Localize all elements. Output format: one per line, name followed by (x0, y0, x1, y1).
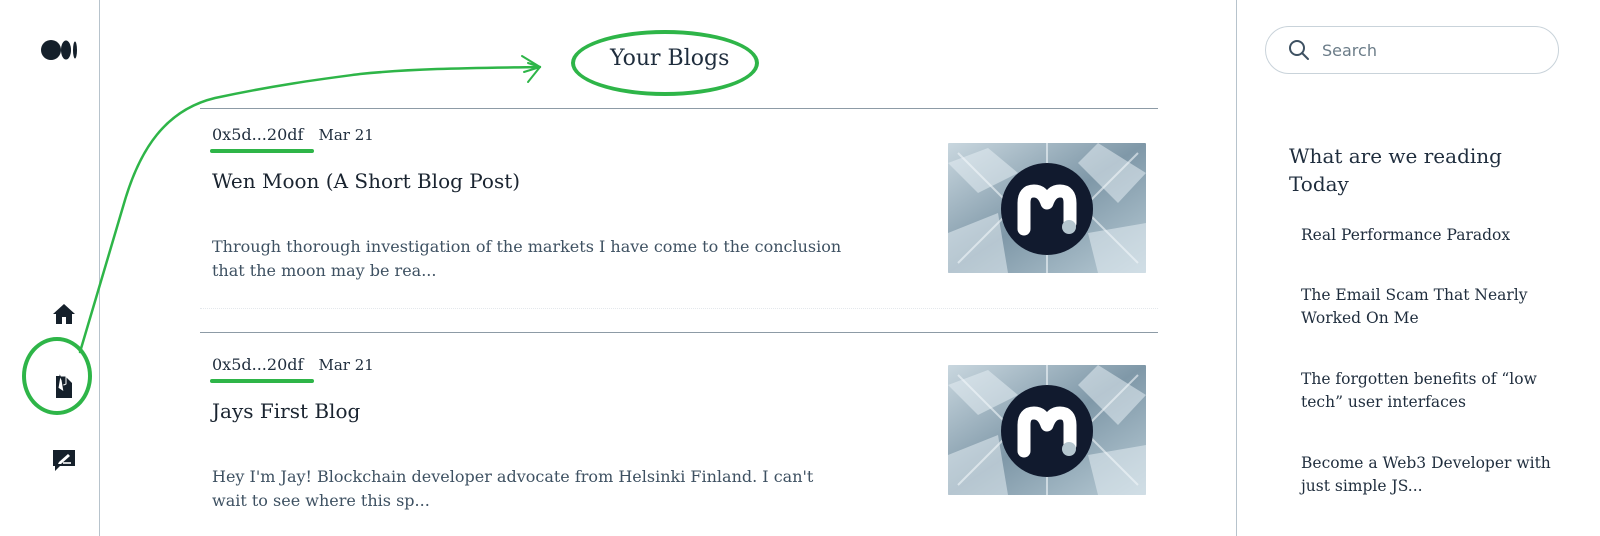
blog-meta: 0x5d...20df Mar 21 (212, 125, 374, 144)
divider (200, 332, 1158, 333)
nav-home-button[interactable] (44, 294, 84, 334)
post-date: Mar 21 (318, 126, 374, 144)
blog-title[interactable]: Jays First Blog (212, 399, 360, 423)
sidebar-link[interactable]: Real Performance Paradox (1301, 224, 1551, 247)
blog-meta: 0x5d...20df Mar 21 (212, 355, 374, 374)
sidebar-heading: What are we reading Today (1289, 144, 1502, 196)
write-icon (53, 450, 75, 471)
sidebar-link[interactable]: Become a Web3 Developer with just simple… (1301, 452, 1551, 498)
blog-title[interactable]: Wen Moon (A Short Blog Post) (212, 169, 520, 193)
post-date: Mar 21 (318, 356, 374, 374)
annotation-underline (210, 149, 314, 153)
moralis-logo-icon (948, 143, 1146, 273)
right-sidebar: What are we reading Today Real Performan… (1236, 0, 1600, 536)
nav-write-button[interactable] (44, 440, 84, 480)
sidebar-link[interactable]: The forgotten benefits of “low tech” use… (1301, 368, 1551, 414)
nav-blogs-button[interactable] (44, 366, 84, 406)
home-icon (53, 304, 75, 324)
left-nav-rail (0, 0, 100, 536)
author-address: 0x5d...20df (212, 125, 304, 144)
author-address: 0x5d...20df (212, 355, 304, 374)
annotation-underline (210, 379, 314, 383)
blog-thumbnail (948, 365, 1146, 495)
blog-card[interactable]: 0x5d...20df Mar 21 Jays First Blog Hey I… (200, 339, 1158, 536)
search-icon (1289, 40, 1309, 60)
medium-logo-icon[interactable] (41, 39, 81, 61)
blog-excerpt: Hey I'm Jay! Blockchain developer advoca… (212, 467, 814, 510)
blog-list-icon (56, 373, 72, 398)
search-box[interactable] (1265, 26, 1559, 74)
page-title: Your Blogs (610, 46, 730, 71)
blog-card[interactable]: 0x5d...20df Mar 21 Wen Moon (A Short Blo… (200, 109, 1158, 309)
blog-excerpt: Through thorough investigation of the ma… (212, 237, 842, 280)
sidebar-link[interactable]: The Email Scam That Nearly Worked On Me (1301, 284, 1551, 330)
search-input[interactable] (1322, 40, 1542, 60)
moralis-logo-icon (948, 365, 1146, 495)
blog-thumbnail (948, 143, 1146, 273)
